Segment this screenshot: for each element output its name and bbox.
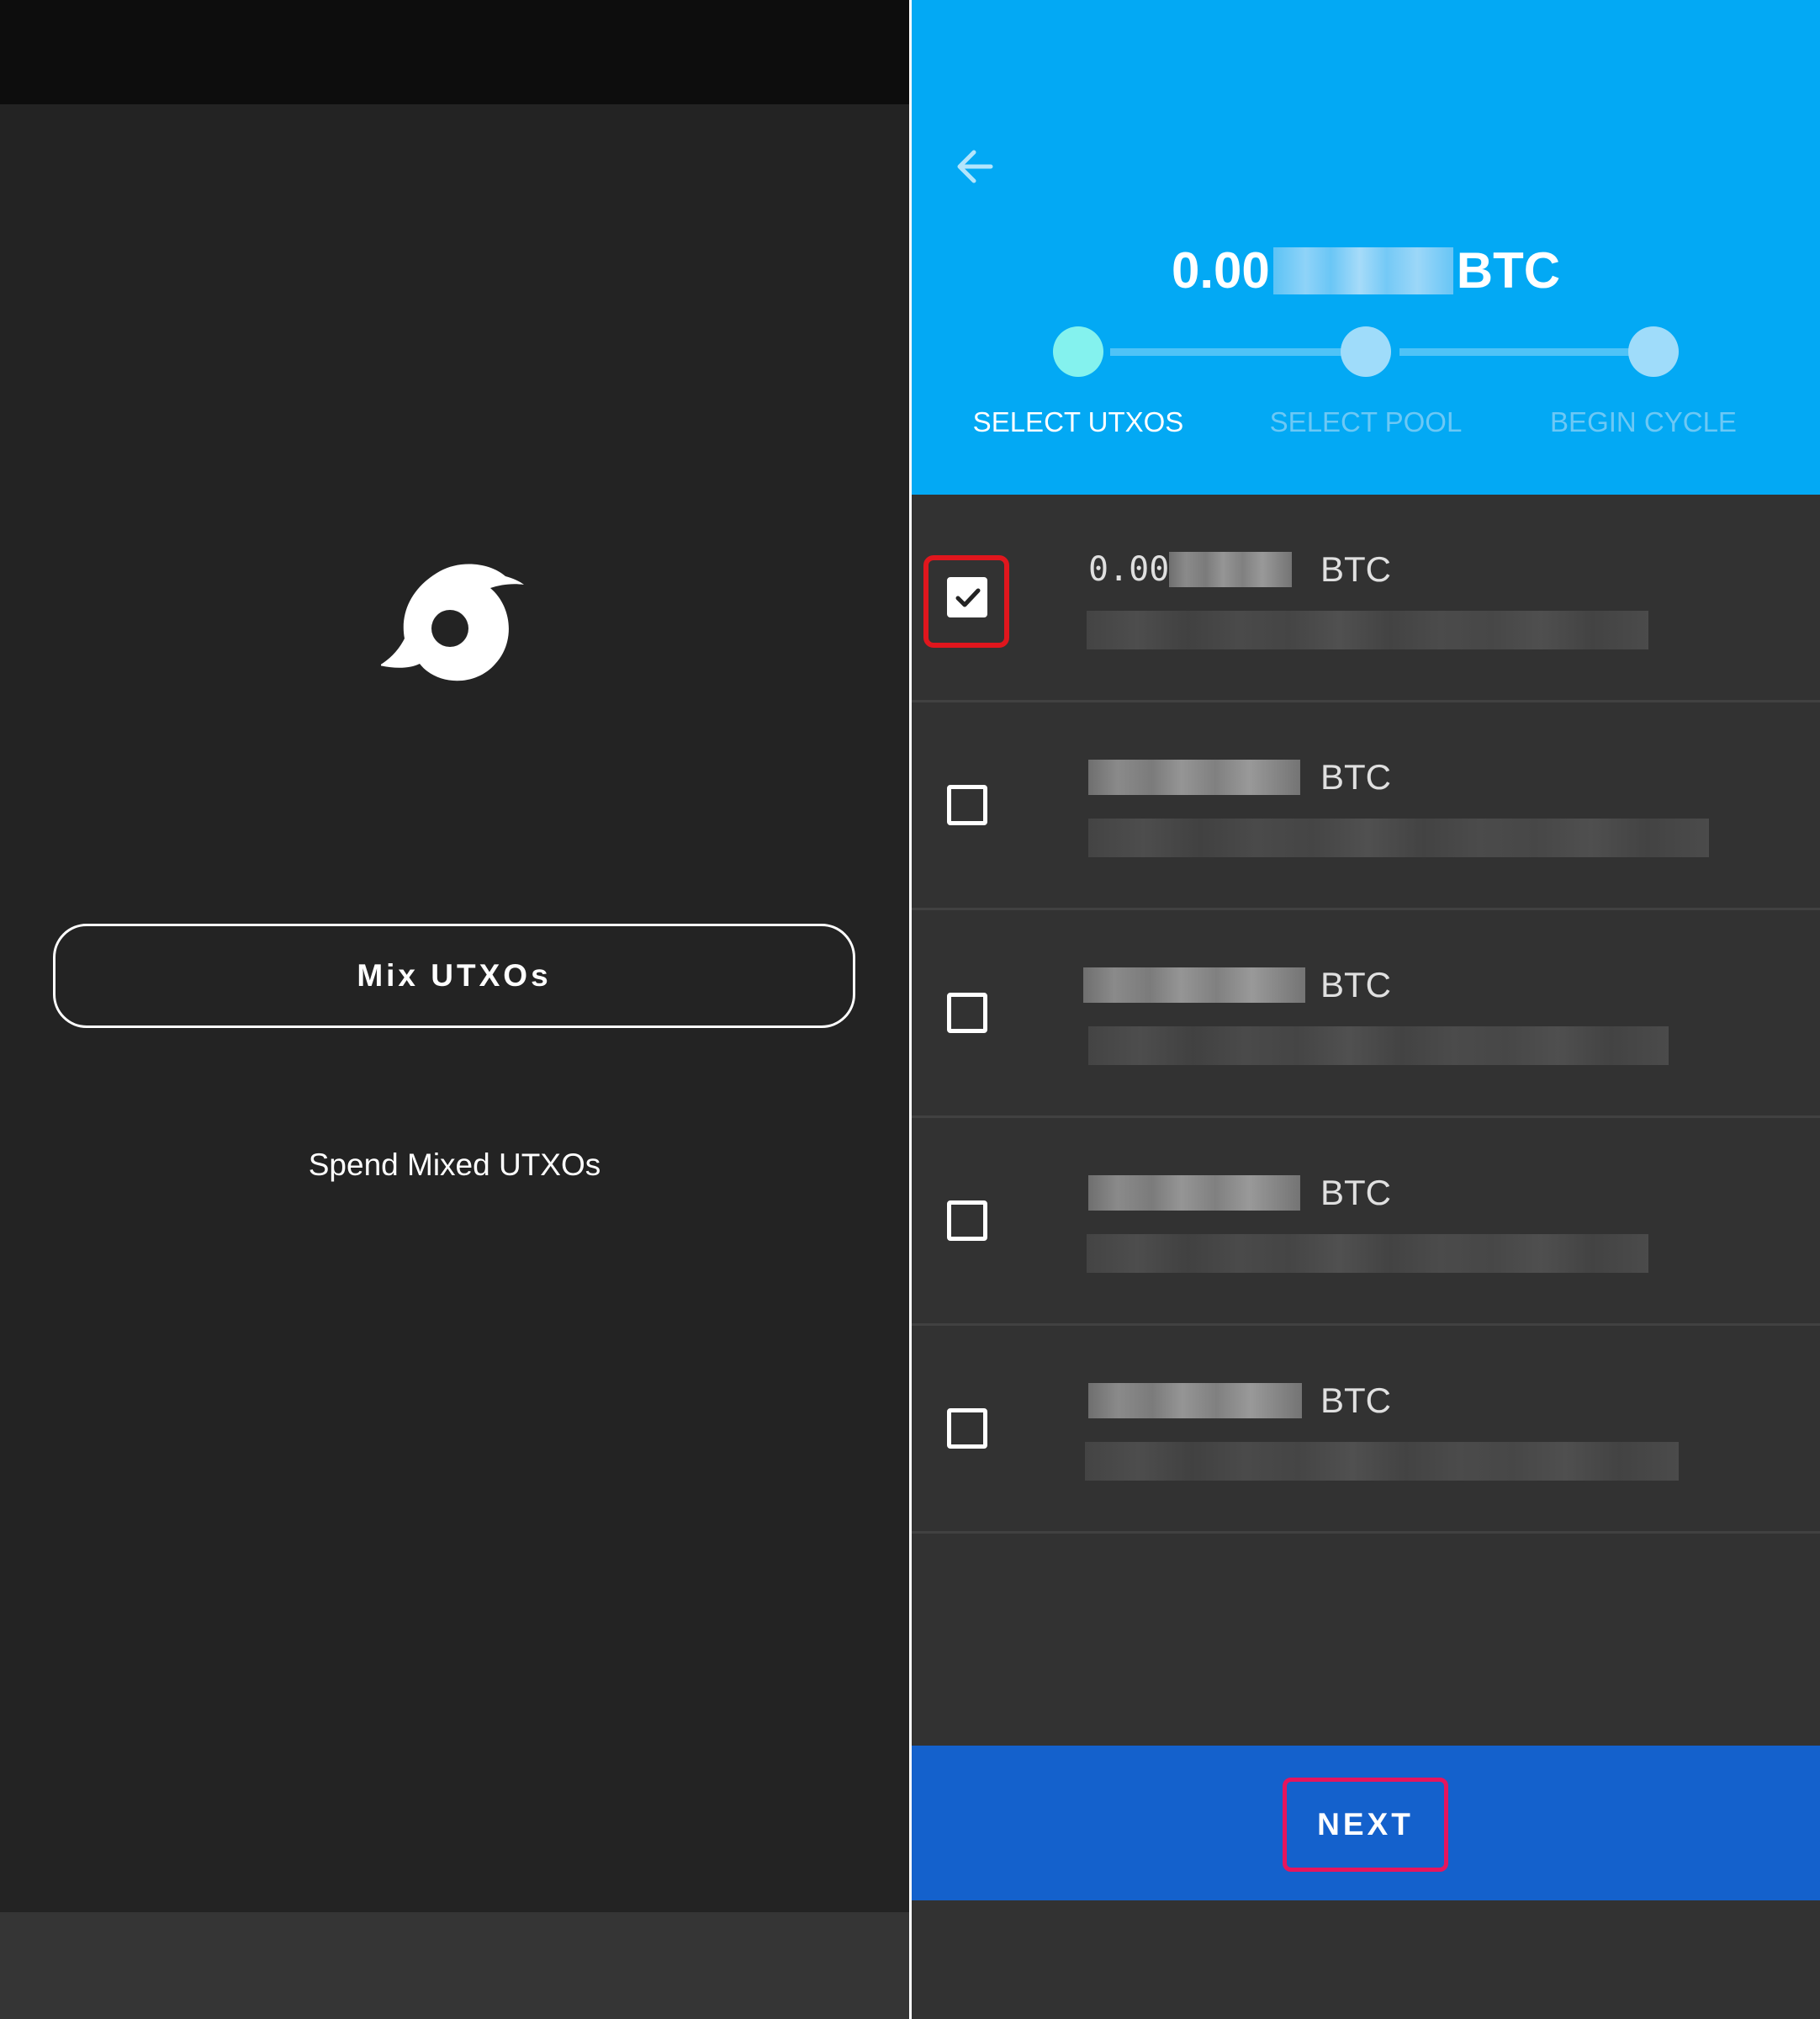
utxo-unit: BTC [1320,965,1391,1004]
utxo-checkbox[interactable] [947,785,987,825]
utxo-checkbox[interactable] [947,993,987,1033]
utxo-amount [1088,1172,1325,1214]
utxo-unit: BTC [1320,1380,1391,1420]
utxo-amount: 0.00 [1088,548,1317,591]
step-dot-select-pool [1341,326,1391,377]
redacted-address [1085,1442,1679,1481]
utxo-amount [1088,756,1325,798]
utxo-checkbox[interactable] [947,1200,987,1241]
total-amount-prefix: 0.00 [1171,242,1270,299]
arrow-left-icon[interactable] [950,141,1001,192]
status-bar [0,0,909,104]
redacted-address [1088,819,1709,857]
select-utxos-screen: 0.00 BTC SELECT UTXOS SELECT POOL BEGIN … [912,0,1820,2019]
step-label-begin-cycle: BEGIN CYCLE [1550,406,1737,437]
redacted-address [1088,1026,1669,1065]
redacted-address [1087,1234,1648,1273]
redacted-amount [1083,967,1305,1003]
step-label-select-pool: SELECT POOL [1269,406,1463,437]
utxo-row[interactable]: BTC [912,1118,1820,1326]
stepper-line-1 [1110,348,1349,356]
navigation-bar [0,1912,909,2019]
whirlpool-home-screen: Mix UTXOs Spend Mixed UTXOs [0,0,909,2019]
utxo-row[interactable]: 0.00 BTC [912,495,1820,702]
utxo-row[interactable]: BTC [912,702,1820,910]
utxo-row[interactable]: BTC [912,910,1820,1118]
spend-mixed-utxos-link[interactable]: Spend Mixed UTXOs [0,1144,909,1186]
checkmark-icon [955,588,981,607]
redacted-amount [1088,1383,1302,1418]
total-amount-unit: BTC [1456,242,1561,299]
step-dot-begin-cycle [1628,326,1679,377]
total-amount: 0.00 BTC [912,237,1820,305]
stepper [912,325,1820,379]
utxo-unit: BTC [1320,757,1391,797]
utxo-row[interactable]: BTC [912,1326,1820,1534]
utxo-unit: BTC [1320,1173,1391,1212]
utxo-checkbox[interactable] [947,577,987,617]
utxo-amount [1083,964,1331,1006]
header: 0.00 BTC SELECT UTXOS SELECT POOL BEGIN … [912,0,1820,495]
step-dot-select-utxos [1053,326,1103,377]
utxo-unit: BTC [1320,549,1391,589]
whirlpool-cyclone-icon [381,564,524,681]
next-button[interactable]: NEXT [1283,1778,1448,1872]
redacted-amount [1088,1175,1300,1211]
utxo-checkbox[interactable] [947,1408,987,1449]
stepper-line-2 [1399,348,1638,356]
redacted-amount [1169,552,1293,587]
redacted-amount [1272,247,1453,294]
redacted-amount [1088,760,1300,795]
utxo-amount-prefix: 0.00 [1088,550,1170,589]
mix-utxos-button[interactable]: Mix UTXOs [53,924,855,1028]
redacted-address [1087,611,1648,649]
utxo-amount [1088,1380,1327,1422]
step-label-select-utxos: SELECT UTXOS [972,406,1184,437]
